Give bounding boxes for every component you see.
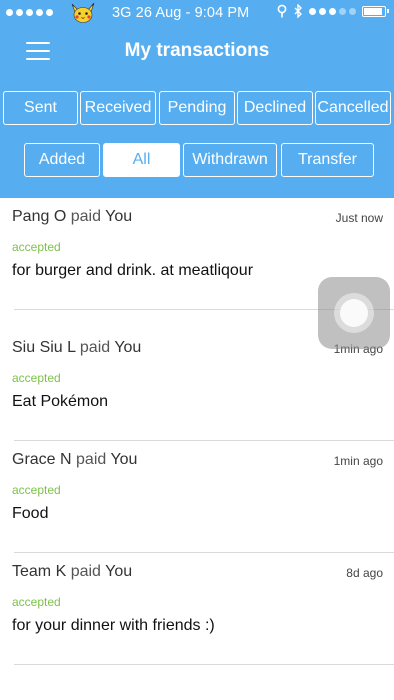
status-badge: accepted xyxy=(12,240,61,254)
status-badge: accepted xyxy=(12,371,61,385)
filter-received[interactable]: Received xyxy=(80,91,156,125)
nav-bar: My transactions xyxy=(0,26,394,80)
filter-transfer[interactable]: Transfer xyxy=(281,143,374,177)
bluetooth-icon xyxy=(294,4,302,18)
payer-name: Team K xyxy=(12,563,67,580)
transaction-parties: Grace N paid You xyxy=(12,451,137,469)
paid-verb: paid xyxy=(70,563,101,580)
transaction-item[interactable]: Team K paid You 8d ago accepted for your… xyxy=(0,553,394,665)
transaction-time: 8d ago xyxy=(346,566,383,580)
filter-added[interactable]: Added xyxy=(24,143,100,177)
status-network-time: 3G 26 Aug - 9:04 PM xyxy=(112,5,250,21)
payer-name: Siu Siu L xyxy=(12,339,76,356)
transaction-time: 1min ago xyxy=(333,454,383,468)
filter-cancelled[interactable]: Cancelled xyxy=(315,91,391,125)
payee-name: You xyxy=(110,451,138,468)
filter-declined[interactable]: Declined xyxy=(237,91,313,125)
filter-sent[interactable]: Sent xyxy=(3,91,78,125)
paid-verb: paid xyxy=(70,208,101,225)
battery-icon xyxy=(362,5,389,17)
transaction-description: for burger and drink. at meatliqour xyxy=(12,262,254,279)
assistive-touch-core xyxy=(340,299,368,327)
transaction-parties: Pang O paid You xyxy=(12,208,132,226)
transaction-parties: Team K paid You xyxy=(12,563,132,581)
transaction-description: Food xyxy=(12,505,49,522)
page-title: My transactions xyxy=(124,40,270,61)
row-divider xyxy=(14,664,394,665)
paid-verb: paid xyxy=(79,339,111,356)
signal-dots-icon xyxy=(6,9,53,16)
filter-withdrawn[interactable]: Withdrawn xyxy=(183,143,277,177)
status-badge: accepted xyxy=(12,595,61,609)
pikachu-icon xyxy=(71,2,95,23)
payee-name: You xyxy=(105,563,133,580)
status-badge: accepted xyxy=(12,483,61,497)
paid-verb: paid xyxy=(76,451,107,468)
transaction-item[interactable]: Grace N paid You 1min ago accepted Food xyxy=(0,441,394,553)
payee-name: You xyxy=(114,339,142,356)
status-right-icons xyxy=(277,4,389,18)
payee-name: You xyxy=(105,208,133,225)
transaction-time: Just now xyxy=(335,211,383,225)
app-header: 3G 26 Aug - 9:04 PM My transactions Sent… xyxy=(0,0,394,198)
payer-name: Pang O xyxy=(12,208,67,225)
transaction-description: for your dinner with friends :) xyxy=(12,617,215,634)
location-icon xyxy=(277,4,287,18)
status-bar: 3G 26 Aug - 9:04 PM xyxy=(0,0,394,26)
filter-pending[interactable]: Pending xyxy=(159,91,235,125)
filter-all[interactable]: All xyxy=(103,143,180,177)
assistive-touch-icon[interactable] xyxy=(318,277,390,349)
payer-name: Grace N xyxy=(12,451,72,468)
transaction-parties: Siu Siu L paid You xyxy=(12,339,141,357)
wifi-dots-icon xyxy=(309,7,356,15)
transaction-description: Eat Pokémon xyxy=(12,393,109,410)
